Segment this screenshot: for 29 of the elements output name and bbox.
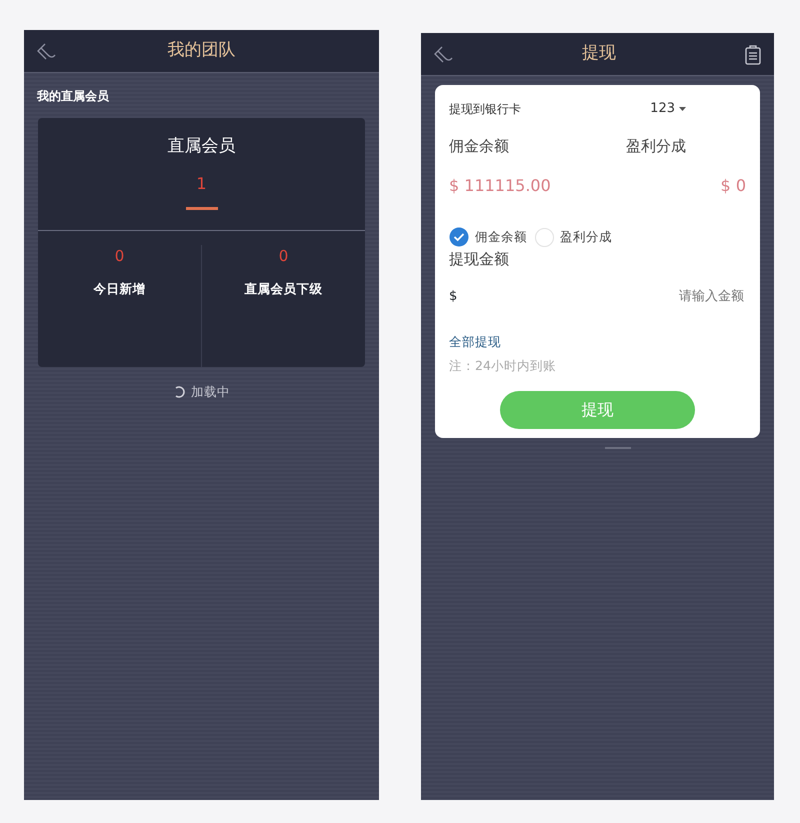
back-icon[interactable]: [36, 41, 57, 61]
radio-option[interactable]: 盈利分成: [535, 227, 612, 247]
note-text: 注：24小时内到账: [449, 356, 557, 374]
balance-label: 盈利分成: [626, 136, 686, 156]
balance-label: 佣金余额: [449, 136, 509, 156]
card-title: 直属会员: [166, 135, 236, 158]
caret-icon: [679, 106, 686, 111]
stat-label: 今日新增: [92, 280, 146, 298]
currency-label: $: [449, 288, 458, 306]
stat-value: 0: [278, 246, 290, 267]
indicator-bar: [605, 447, 631, 449]
loading-text: 加载中: [191, 383, 230, 401]
clipboard-icon[interactable]: [744, 44, 762, 64]
back-icon[interactable]: [433, 44, 454, 64]
screen-title: 我的团队: [168, 39, 236, 62]
spinner-icon: [173, 386, 185, 398]
balance-amount: $ 0: [720, 175, 746, 197]
amount-label: 提现金额: [449, 249, 510, 270]
member-count: 1: [196, 172, 207, 194]
stat-value: 0: [114, 246, 126, 267]
underline-bar: [186, 206, 218, 210]
bank-label: 提现到银行卡: [449, 100, 521, 118]
bank-select[interactable]: 123: [650, 99, 686, 118]
balance-amount: $ 111115.00: [449, 175, 551, 197]
radio-option[interactable]: 佣金余额: [449, 227, 527, 247]
stat-label: 直属会员下级: [244, 280, 324, 298]
section-label: 我的直属会员: [36, 88, 110, 105]
withdraw-all-link[interactable]: 全部提现: [449, 333, 501, 352]
screen-title: 提现: [582, 42, 616, 66]
